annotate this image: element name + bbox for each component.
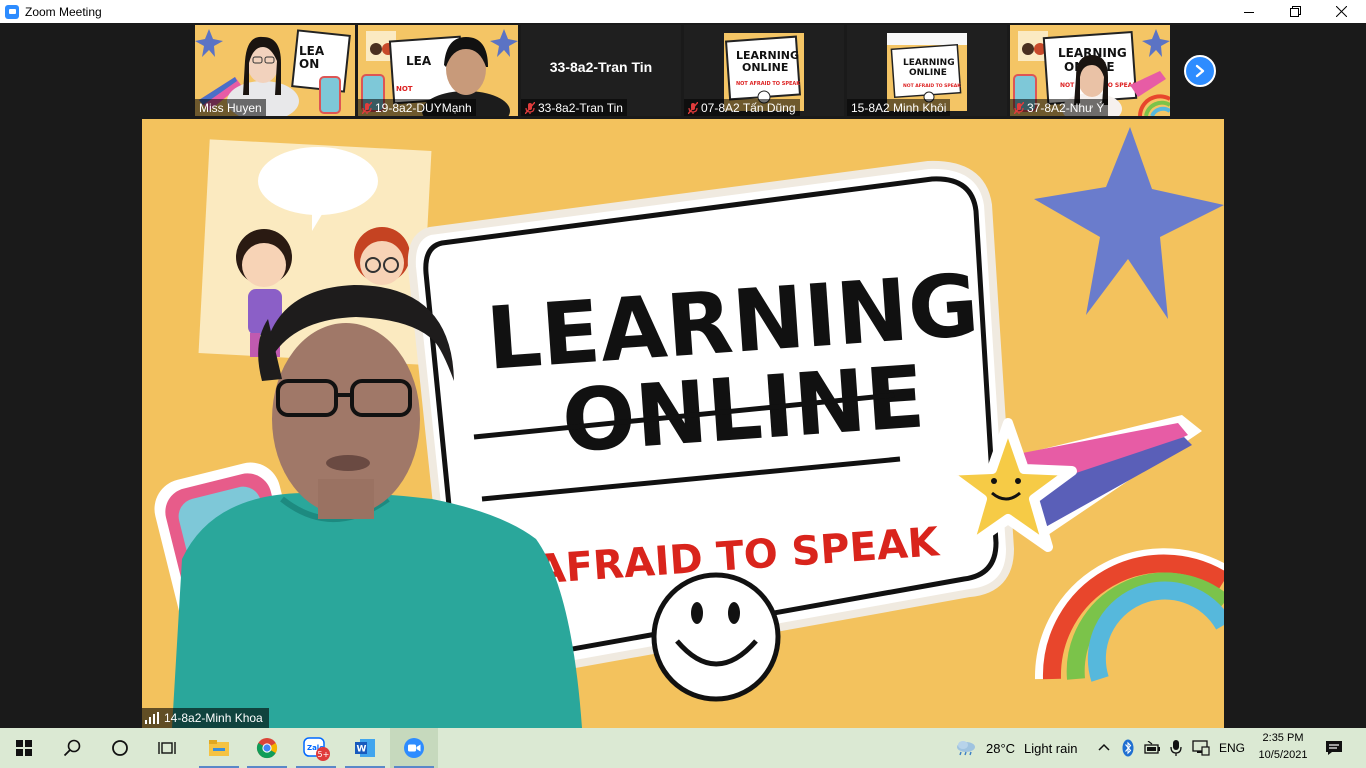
svg-text:W: W <box>357 745 367 755</box>
speaker-name-bar: 14-8a2-Minh Khoa <box>142 708 269 728</box>
battery-icon[interactable] <box>1144 741 1162 755</box>
notification-icon[interactable] <box>1325 740 1343 756</box>
microphone-muted-icon <box>525 101 535 114</box>
zalo-icon: Zalo 5+ <box>303 737 330 761</box>
participant-name-bar: 19-8a2-DUYMạnh <box>358 99 476 116</box>
search-button[interactable] <box>48 728 96 768</box>
task-view-button[interactable] <box>144 728 192 768</box>
weather-temperature[interactable]: 28°C <box>986 741 1015 756</box>
weather-condition[interactable]: Light rain <box>1024 741 1077 756</box>
svg-text:ONLINE: ONLINE <box>909 68 947 78</box>
microphone-icon[interactable] <box>1170 739 1182 757</box>
participant-name-bar: 15-8A2 Minh Khôi <box>847 99 951 116</box>
zalo-badge: 5+ <box>318 750 330 759</box>
window-title-bar[interactable]: Zoom Meeting <box>0 0 1366 23</box>
svg-text:ON: ON <box>299 57 319 71</box>
restore-button[interactable] <box>1272 0 1318 23</box>
word-button[interactable]: W <box>341 728 389 768</box>
zoom-button[interactable] <box>390 728 438 768</box>
participant-tile[interactable]: LEARNING ONLINE NOT AFRAID TO SPEAK 07-8… <box>684 25 844 116</box>
microphone-muted-icon <box>1014 101 1024 114</box>
svg-text:ONLINE: ONLINE <box>742 61 788 74</box>
zalo-button[interactable]: Zalo 5+ <box>292 728 340 768</box>
zoom-icon <box>404 738 424 758</box>
network-icon[interactable] <box>1192 740 1210 756</box>
participant-name: 33-8a2-Tran Tin <box>538 100 623 115</box>
windows-start-icon <box>16 740 32 756</box>
participant-name-bar: Miss Huyen <box>195 99 266 116</box>
active-speaker-video[interactable]: LEARNING ONLINE AFRAID TO SPEAK 14-8a2-M… <box>142 119 1224 728</box>
chrome-button[interactable] <box>243 728 291 768</box>
window-title: Zoom Meeting <box>25 4 102 19</box>
participant-tile[interactable]: LEARNING ONLINE NOT AFRAID TO SPEAK 15-8… <box>847 25 1007 116</box>
participant-tile[interactable]: 33-8a2-Tran Tin 33-8a2-Tran Tin <box>521 25 681 116</box>
cortana-icon <box>112 740 128 756</box>
signal-bars-icon <box>145 712 159 724</box>
participant-display-name: 33-8a2-Tran Tin <box>549 59 653 75</box>
word-icon: W <box>355 739 375 757</box>
start-button[interactable] <box>0 728 48 768</box>
weather-cloud-rain-icon <box>957 741 975 756</box>
zoom-logo-icon <box>5 4 19 19</box>
participant-name: Miss Huyen <box>199 100 262 115</box>
slide-mini-tagline: NOT AFRAID TO SPEAK <box>736 81 801 87</box>
participant-name: 07-8A2 Tấn Dũng <box>701 100 796 115</box>
chrome-icon <box>256 738 278 759</box>
svg-text:NOT: NOT <box>396 85 413 93</box>
participant-tile[interactable]: LEA ON Miss Huyen <box>195 25 355 116</box>
file-explorer-button[interactable] <box>195 728 243 768</box>
zoom-meeting-screen: Zoom Meeting LEA ON Miss Huyen LEA NOT 1… <box>0 0 1366 768</box>
minimize-button[interactable] <box>1226 0 1272 23</box>
cortana-button[interactable] <box>96 728 144 768</box>
participant-name: 19-8a2-DUYMạnh <box>375 100 472 115</box>
clock-date: 10/5/2021 <box>1258 749 1308 761</box>
speaker-name: 14-8a2-Minh Khoa <box>164 711 263 725</box>
svg-text:LEA: LEA <box>299 44 325 58</box>
microphone-muted-icon <box>362 101 372 114</box>
participant-name-bar: 33-8a2-Tran Tin <box>521 99 627 116</box>
cartoon-kids-illustration <box>198 139 432 365</box>
bluetooth-icon[interactable] <box>1122 739 1134 757</box>
participant-name: 37-8A2-Như Ý <box>1027 100 1105 115</box>
minimize-icon <box>1244 11 1254 13</box>
file-explorer-icon <box>209 740 229 756</box>
participant-tile[interactable]: LEA NOT 19-8a2-DUYMạnh <box>358 25 518 116</box>
speaker-video-frame: LEARNING ONLINE AFRAID TO SPEAK <box>142 119 1224 728</box>
chevron-up-icon[interactable] <box>1098 742 1110 752</box>
participant-name: 15-8A2 Minh Khôi <box>851 100 947 115</box>
input-language[interactable]: ENG <box>1219 741 1245 755</box>
participant-name-bar: 37-8A2-Như Ý <box>1010 99 1109 116</box>
close-icon <box>1335 6 1347 17</box>
chevron-right-icon <box>1195 64 1205 78</box>
clock-time: 2:35 PM <box>1262 732 1304 744</box>
search-icon <box>63 739 81 757</box>
restore-icon <box>1289 6 1301 17</box>
windows-taskbar: Zalo 5+ W 28°C Light rain ENG 2:35 PM 10… <box>0 728 1366 768</box>
svg-text:LEA: LEA <box>406 54 432 68</box>
svg-text:NOT AFRAID TO SPEAK: NOT AFRAID TO SPEAK <box>903 83 961 89</box>
svg-text:LEARNING: LEARNING <box>903 58 955 68</box>
system-clock[interactable]: 2:35 PM 10/5/2021 <box>1248 730 1318 764</box>
microphone-muted-icon <box>688 101 698 114</box>
task-view-icon <box>158 742 176 754</box>
participant-name-bar: 07-8A2 Tấn Dũng <box>684 99 800 116</box>
gallery-next-button[interactable] <box>1184 55 1216 87</box>
participant-tile[interactable]: LEARNING ONLINE NOT AFRAID TO SPEAK 37-8… <box>1010 25 1170 116</box>
gallery-strip: LEA ON Miss Huyen LEA NOT 19-8a2-DUYMạnh… <box>0 23 1366 119</box>
close-button[interactable] <box>1318 0 1364 23</box>
